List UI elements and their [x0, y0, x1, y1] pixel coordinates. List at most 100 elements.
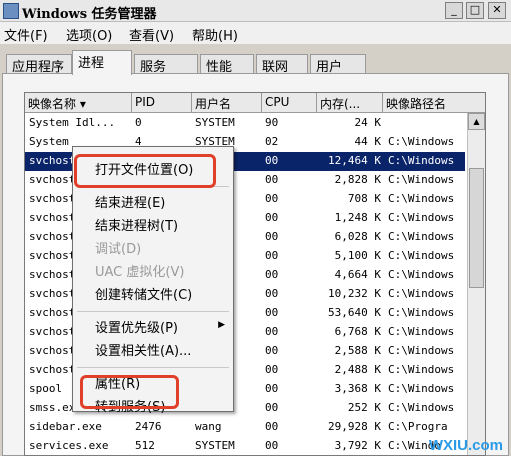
- context-menu-item-label: 调试(D): [95, 242, 142, 257]
- cell-cpu: 00: [265, 420, 279, 433]
- cell-memory: 708 K: [347, 192, 381, 205]
- cell-user: wang: [195, 420, 222, 433]
- cell-image-path: C:\Windows: [388, 325, 455, 338]
- cell-memory: 252 K: [347, 401, 381, 414]
- menu-separator: [77, 311, 229, 312]
- cell-image-path: C:\Windows: [388, 211, 455, 224]
- minimize-button[interactable]: _: [445, 2, 463, 19]
- column-image-name[interactable]: 映像名称 ▾: [25, 93, 132, 113]
- cell-cpu: 00: [265, 154, 279, 167]
- tab-networking[interactable]: 联网: [256, 54, 308, 75]
- cell-image-path: C:\Windows: [388, 306, 455, 319]
- cell-image-path: C:\Windows: [388, 363, 455, 376]
- cell-cpu: 00: [265, 306, 279, 319]
- cell-cpu: 00: [265, 382, 279, 395]
- cell-cpu: 02: [265, 135, 279, 148]
- context-menu-item-label: 创建转储文件(C): [95, 288, 193, 303]
- menu-view[interactable]: 查看(V): [129, 25, 174, 44]
- context-menu-item[interactable]: 结束进程树(T): [95, 215, 178, 234]
- cell-image-name: System Idl...: [29, 116, 116, 129]
- vertical-scrollbar[interactable]: ▲: [467, 113, 485, 455]
- title-bar: Windows 任务管理器 _ □ ✕: [0, 0, 511, 22]
- menu-bar: 文件(F) 选项(O) 查看(V) 帮助(H): [0, 22, 511, 44]
- table-row[interactable]: sidebar.exe 2476 wang 00 29,928 K C:\Progra: [25, 418, 465, 437]
- highlight-open-file-location: [74, 154, 216, 188]
- submenu-arrow-icon: ▶: [218, 320, 225, 330]
- cell-memory: 12,464 K: [328, 154, 381, 167]
- cell-pid: 0: [135, 116, 142, 129]
- context-menu-item[interactable]: 设置相关性(A)...: [95, 340, 191, 359]
- cell-cpu: 00: [265, 249, 279, 262]
- cell-memory: 53,640 K: [328, 306, 381, 319]
- cell-memory: 29,928 K: [328, 420, 381, 433]
- cell-memory: 6,768 K: [334, 325, 381, 338]
- app-icon: [3, 3, 19, 19]
- window-title: Windows 任务管理器: [22, 7, 157, 22]
- context-menu-item-label: 设置优先级(P): [95, 321, 178, 336]
- tab-users[interactable]: 用户: [310, 54, 366, 75]
- cell-cpu: 00: [265, 363, 279, 376]
- tab-applications[interactable]: 应用程序: [6, 54, 72, 75]
- cell-memory: 44 K: [354, 135, 382, 148]
- cell-image-path: C:\Windows: [388, 401, 455, 414]
- cell-memory: 5,100 K: [334, 249, 381, 262]
- cell-pid: 2476: [135, 420, 162, 433]
- cell-cpu: 00: [265, 325, 279, 338]
- column-memory[interactable]: 内存(...: [317, 93, 383, 113]
- cell-user: SYSTEM: [195, 439, 235, 452]
- context-menu-item[interactable]: 设置优先级(P): [95, 317, 178, 336]
- tab-services[interactable]: 服务: [134, 54, 198, 75]
- cell-memory: 10,232 K: [328, 287, 381, 300]
- cell-image-path: C:\Windows: [388, 268, 455, 281]
- menu-options[interactable]: 选项(O): [66, 25, 112, 44]
- close-button[interactable]: ✕: [488, 2, 506, 19]
- task-manager-window: Windows 任务管理器 _ □ ✕ 文件(F) 选项(O) 查看(V) 帮助…: [0, 0, 511, 456]
- cell-memory: 6,028 K: [334, 230, 381, 243]
- cell-cpu: 00: [265, 439, 279, 452]
- context-menu-item[interactable]: 创建转储文件(C): [95, 284, 192, 303]
- context-menu-item: 调试(D): [95, 238, 141, 257]
- tab-processes[interactable]: 进程: [72, 50, 132, 75]
- column-pid[interactable]: PID: [132, 93, 192, 113]
- maximize-button[interactable]: □: [466, 2, 484, 19]
- cell-cpu: 00: [265, 268, 279, 281]
- cell-cpu: 00: [265, 230, 279, 243]
- menu-file[interactable]: 文件(F): [4, 25, 48, 44]
- context-menu-item-label: UAC 虚拟化(V): [95, 265, 185, 280]
- column-user[interactable]: 用户名: [192, 93, 262, 113]
- cell-image-path: C:\Progra: [388, 420, 448, 433]
- cell-image-name: sidebar.exe: [29, 420, 102, 433]
- cell-image-path: C:\Windows: [388, 287, 455, 300]
- cell-memory: 1,248 K: [334, 211, 381, 224]
- cell-image-path: C:\Windows: [388, 382, 455, 395]
- cell-cpu: 00: [265, 344, 279, 357]
- context-menu-item-label: 结束进程树(T): [95, 219, 179, 234]
- cell-image-path: C:\Windows: [388, 230, 455, 243]
- column-image-name-label: 映像名称: [28, 97, 77, 111]
- column-image-path[interactable]: 映像路径名: [383, 93, 485, 113]
- cell-memory: 2,488 K: [334, 363, 381, 376]
- cell-image-path: C:\Windows: [388, 154, 455, 167]
- menu-help[interactable]: 帮助(H): [192, 25, 238, 44]
- column-cpu[interactable]: CPU: [262, 93, 317, 113]
- context-menu-item[interactable]: 结束进程(E): [95, 192, 165, 211]
- table-row[interactable]: services.exe 512 SYSTEM 00 3,792 K C:\Windo: [25, 437, 465, 455]
- watermark: WXIU.com: [428, 437, 503, 454]
- cell-user: SYSTEM: [195, 116, 235, 129]
- scroll-up-icon[interactable]: ▲: [468, 113, 485, 130]
- cell-cpu: 00: [265, 287, 279, 300]
- cell-cpu: 90: [265, 116, 279, 129]
- tab-performance[interactable]: 性能: [200, 54, 254, 75]
- cell-memory: 2,588 K: [334, 344, 381, 357]
- cell-memory: 3,368 K: [334, 382, 381, 395]
- tab-strip: 应用程序 进程 服务 性能 联网 用户: [0, 50, 511, 75]
- cell-memory: 3,792 K: [334, 439, 381, 452]
- cell-cpu: 00: [265, 401, 279, 414]
- cell-image-path: C:\Windows: [388, 344, 455, 357]
- table-row[interactable]: System Idl... 0 SYSTEM 90 24 K: [25, 114, 465, 133]
- scroll-thumb[interactable]: [469, 168, 484, 288]
- cell-memory: 24 K: [354, 116, 382, 129]
- cell-image-path: C:\Windows: [388, 192, 455, 205]
- column-header-row: 映像名称 ▾ PID 用户名 CPU 内存(... 映像路径名: [25, 93, 485, 113]
- cell-pid: 512: [135, 439, 155, 452]
